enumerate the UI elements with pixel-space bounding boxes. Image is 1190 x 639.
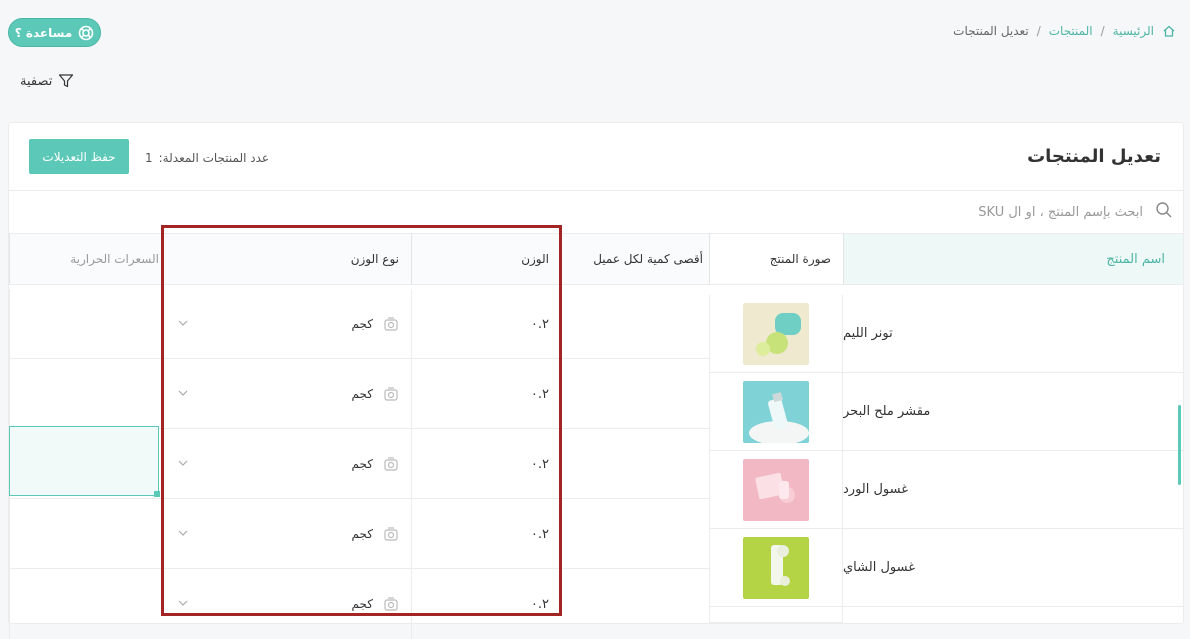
search-bar bbox=[9, 191, 1183, 233]
weight-type-select[interactable]: كجم bbox=[169, 359, 411, 429]
filter-icon bbox=[59, 74, 74, 88]
products-table: اسم المنتج صورة المنتج أقصى كمية لكل عمي… bbox=[9, 233, 1183, 639]
fill-handle[interactable] bbox=[154, 491, 160, 497]
chevron-down-icon bbox=[178, 320, 188, 326]
help-button[interactable]: مساعدة ؟ bbox=[8, 18, 101, 47]
weight-type-select[interactable]: كجم bbox=[169, 499, 411, 569]
weight-input[interactable]: ٠.٢ bbox=[411, 289, 561, 359]
column-header-image: صورة المنتج bbox=[709, 233, 843, 285]
product-thumbnail bbox=[743, 536, 809, 599]
product-image-cell bbox=[709, 451, 843, 529]
scale-icon bbox=[384, 387, 398, 401]
product-image-cell bbox=[709, 529, 843, 607]
product-thumbnail bbox=[743, 380, 809, 443]
search-icon bbox=[1156, 202, 1172, 218]
breadcrumb-current: تعديل المنتجات bbox=[953, 24, 1029, 38]
weight-input[interactable]: ٠.٢ bbox=[411, 429, 561, 499]
table-row: كجم ٠.٢ bbox=[9, 499, 709, 569]
weight-type-value: كجم bbox=[351, 387, 373, 401]
scale-icon bbox=[384, 457, 398, 471]
weight-input[interactable]: ٠.٢ bbox=[411, 359, 561, 429]
weight-input[interactable]: ٠.٢ bbox=[411, 569, 561, 639]
calories-cell[interactable] bbox=[9, 499, 169, 569]
breadcrumb-separator: / bbox=[1100, 24, 1105, 38]
filter-button[interactable]: تصفية bbox=[20, 73, 74, 89]
weight-type-value: كجم bbox=[351, 317, 373, 331]
table-row: كجم ٠.٢ bbox=[9, 359, 709, 429]
modified-count-value: 1 bbox=[145, 151, 153, 165]
weight-input[interactable]: ٠.٢ bbox=[411, 499, 561, 569]
save-changes-button[interactable]: حفظ التعديلات bbox=[29, 139, 129, 174]
home-icon[interactable] bbox=[1162, 24, 1176, 38]
selected-calories-cell[interactable] bbox=[9, 426, 160, 497]
weight-type-value: كجم bbox=[351, 527, 373, 541]
column-header-weight-type: نوع الوزن bbox=[169, 233, 411, 285]
column-header-calories: السعرات الحرارية bbox=[9, 233, 169, 285]
product-name-cell[interactable]: تونر الليم bbox=[843, 295, 1183, 373]
weight-type-value: كجم bbox=[351, 597, 373, 611]
chevron-down-icon bbox=[178, 460, 188, 466]
products-card: تعديل المنتجات حفظ التعديلات عدد المنتجا… bbox=[8, 122, 1184, 639]
filter-label: تصفية bbox=[20, 73, 53, 89]
breadcrumb-home[interactable]: الرئيسية bbox=[1113, 24, 1154, 38]
column-header-weight: الوزن bbox=[411, 233, 561, 285]
lifebuoy-icon bbox=[78, 25, 94, 40]
column-header-name[interactable]: اسم المنتج bbox=[843, 233, 1183, 285]
weight-type-value: كجم bbox=[351, 457, 373, 471]
help-label: مساعدة ؟ bbox=[14, 25, 73, 40]
product-thumbnail bbox=[743, 458, 809, 521]
scale-icon bbox=[384, 597, 398, 611]
scale-icon bbox=[384, 527, 398, 541]
breadcrumb: الرئيسية / المنتجات / تعديل المنتجات bbox=[953, 22, 1176, 40]
scale-icon bbox=[384, 317, 398, 331]
product-name-cell[interactable]: مقشر ملح البحر bbox=[843, 373, 1183, 451]
weight-type-select[interactable]: كجم bbox=[169, 429, 411, 499]
product-name-cell[interactable]: غسول الورد bbox=[843, 451, 1183, 529]
table-row: كجم ٠.٢ bbox=[9, 289, 709, 359]
calories-cell[interactable] bbox=[9, 569, 169, 639]
modified-count-label: عدد المنتجات المعدلة: bbox=[158, 151, 270, 165]
product-image-cell bbox=[709, 295, 843, 373]
modified-count: عدد المنتجات المعدلة: 1 bbox=[145, 151, 269, 165]
weight-type-select[interactable]: كجم bbox=[169, 569, 411, 639]
page-title: تعديل المنتجات bbox=[1027, 146, 1161, 167]
weight-type-select[interactable]: كجم bbox=[169, 289, 411, 359]
scrollbar-thumb[interactable] bbox=[1178, 405, 1181, 485]
breadcrumb-products[interactable]: المنتجات bbox=[1049, 24, 1093, 38]
calories-cell[interactable] bbox=[9, 359, 169, 429]
chevron-down-icon bbox=[178, 600, 188, 606]
search-input[interactable] bbox=[741, 199, 1145, 225]
product-image-cell bbox=[709, 607, 843, 623]
product-thumbnail bbox=[743, 302, 809, 365]
chevron-down-icon bbox=[178, 530, 188, 536]
card-header: تعديل المنتجات حفظ التعديلات عدد المنتجا… bbox=[9, 123, 1183, 191]
column-header-max-qty: أقصى كمية لكل عميل bbox=[561, 233, 709, 285]
calories-cell[interactable] bbox=[9, 289, 169, 359]
table-row: كجم ٠.٢ bbox=[9, 569, 709, 639]
product-image-cell bbox=[709, 373, 843, 451]
chevron-down-icon bbox=[178, 390, 188, 396]
product-name-cell[interactable]: غسول الشاي bbox=[843, 529, 1183, 607]
breadcrumb-separator: / bbox=[1036, 24, 1041, 38]
